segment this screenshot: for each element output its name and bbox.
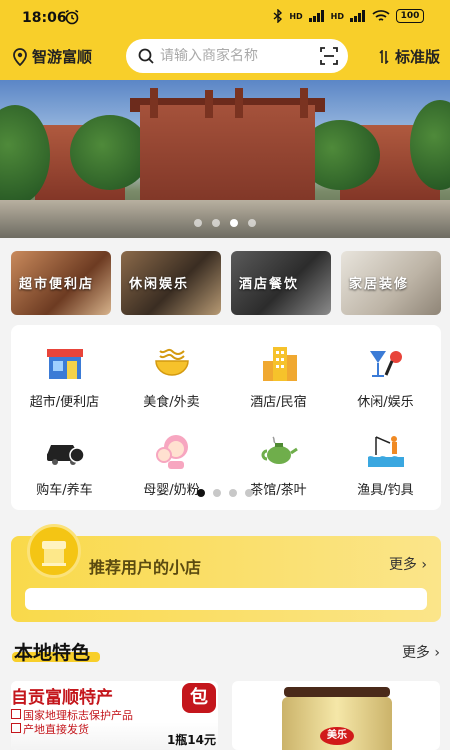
supermarket-icon [46,349,83,379]
brand-label: 美乐 [320,727,354,745]
banner-tower [150,88,158,118]
location-pin-icon [13,47,27,66]
car-rental-icon [46,445,85,465]
category-grid: 超市/便利店 美食/外卖 酒店/民宿 休闲/娱乐 购车/养车 母婴/奶粉 茶馆/… [11,325,441,510]
banner-dot[interactable] [194,219,202,227]
banner-tower [205,90,213,118]
search-bar[interactable] [126,39,348,73]
product-feature-text: 产地直接发货 [23,723,89,736]
network-label: HD [289,11,303,21]
tile-label: 超市便利店 [19,277,95,292]
product-card[interactable]: 美乐 [232,681,440,750]
category-page-dot[interactable] [213,489,221,497]
hotel-building-icon [262,347,297,381]
more-label: 更多 [401,645,430,661]
teapot-icon [261,436,298,464]
banner-tower [300,88,308,118]
search-input[interactable] [160,48,310,64]
network-label-2: HD [330,11,344,21]
tile-hotel[interactable]: 酒店餐饮 [231,251,331,315]
chevron-right-icon: › [434,645,440,661]
category-label: 美食/外卖 [143,395,200,410]
recommended-shops: 推荐用户的小店 更多 › [11,524,441,622]
category-pagination [0,489,450,497]
recommended-list [25,588,427,610]
location-selector[interactable]: 智游富顺 [12,46,92,67]
status-icons: HD HD 100 [273,9,424,23]
category-tea[interactable]: 茶馆/茶叶 [225,429,332,498]
status-bar: 18:06 HD HD 100 [0,0,450,38]
category-supermarket[interactable]: 超市/便利店 [11,341,118,410]
shop-icon [27,524,81,578]
mother-baby-icon [155,435,188,469]
noodle-bowl-icon [154,348,189,376]
more-label: 更多 [388,557,417,573]
product-badge: 包 [182,683,216,713]
category-tiles: 超市便利店 休闲娱乐 酒店餐饮 家居装修 [11,251,441,315]
product-headline: 自贡富顺特产 [11,688,113,708]
banner-dot[interactable] [248,219,256,227]
version-label: 标准版 [394,48,440,66]
tile-label: 家居装修 [349,277,410,292]
checkbox-icon [11,723,21,733]
tile-leisure[interactable]: 休闲娱乐 [121,251,221,315]
signal-icon-2 [350,10,365,22]
local-more-link[interactable]: 更多 › [402,642,440,662]
product-price: 1瓶14元 [166,733,216,747]
category-label: 酒店/民宿 [250,395,307,410]
tile-supermarket[interactable]: 超市便利店 [11,251,111,315]
alarm-icon [65,9,79,25]
version-toggle[interactable]: 标准版 [379,46,440,67]
category-label: 超市/便利店 [29,395,100,410]
battery-indicator: 100 [396,9,424,23]
banner-tower [235,88,243,118]
search-icon [138,48,154,64]
tile-label: 酒店餐饮 [239,277,300,292]
tile-label: 休闲娱乐 [129,277,190,292]
recommended-title: 推荐用户的小店 [89,558,202,577]
recommended-more-link[interactable]: 更多 › [389,554,427,574]
product-feature: 产地直接发货 [11,721,89,737]
category-baby[interactable]: 母婴/奶粉 [118,429,225,498]
category-label: 休闲/娱乐 [357,395,414,410]
category-food[interactable]: 美食/外卖 [118,341,225,410]
banner-pagination [0,219,450,227]
chevron-right-icon: › [421,557,427,573]
product-card[interactable]: 自贡富顺特产 国家地理标志保护产品 产地直接发货 包 1瓶14元 [11,681,218,750]
bluetooth-icon [273,9,283,23]
signal-icon [308,10,324,22]
local-section-title: 本地特色 [14,642,91,664]
category-page-dot[interactable] [229,489,237,497]
banner-temple [140,105,315,210]
status-time: 18:06 [22,10,67,26]
checkbox-icon [11,709,21,719]
category-car[interactable]: 购车/养车 [11,429,118,498]
banner-dot[interactable] [212,219,220,227]
cocktail-mic-icon [369,351,402,377]
wifi-icon [372,10,390,21]
banner-carousel[interactable] [0,80,450,238]
category-hotel[interactable]: 酒店/民宿 [225,341,332,410]
category-page-dot-active[interactable] [197,489,205,497]
location-label: 智游富顺 [32,48,93,66]
jar-lid [284,687,390,697]
swap-icon [379,49,389,64]
category-page-dot[interactable] [245,489,253,497]
category-leisure[interactable]: 休闲/娱乐 [332,341,439,410]
fishing-icon [367,436,404,467]
storefront-icon [42,541,66,566]
scan-icon[interactable] [320,47,338,65]
category-fishing[interactable]: 渔具/钓具 [332,429,439,498]
top-header: 18:06 HD HD 100 智游富顺 标准版 [0,0,450,80]
tile-furniture[interactable]: 家居装修 [341,251,441,315]
banner-dot-active[interactable] [230,219,238,227]
banner-tree [70,115,150,190]
